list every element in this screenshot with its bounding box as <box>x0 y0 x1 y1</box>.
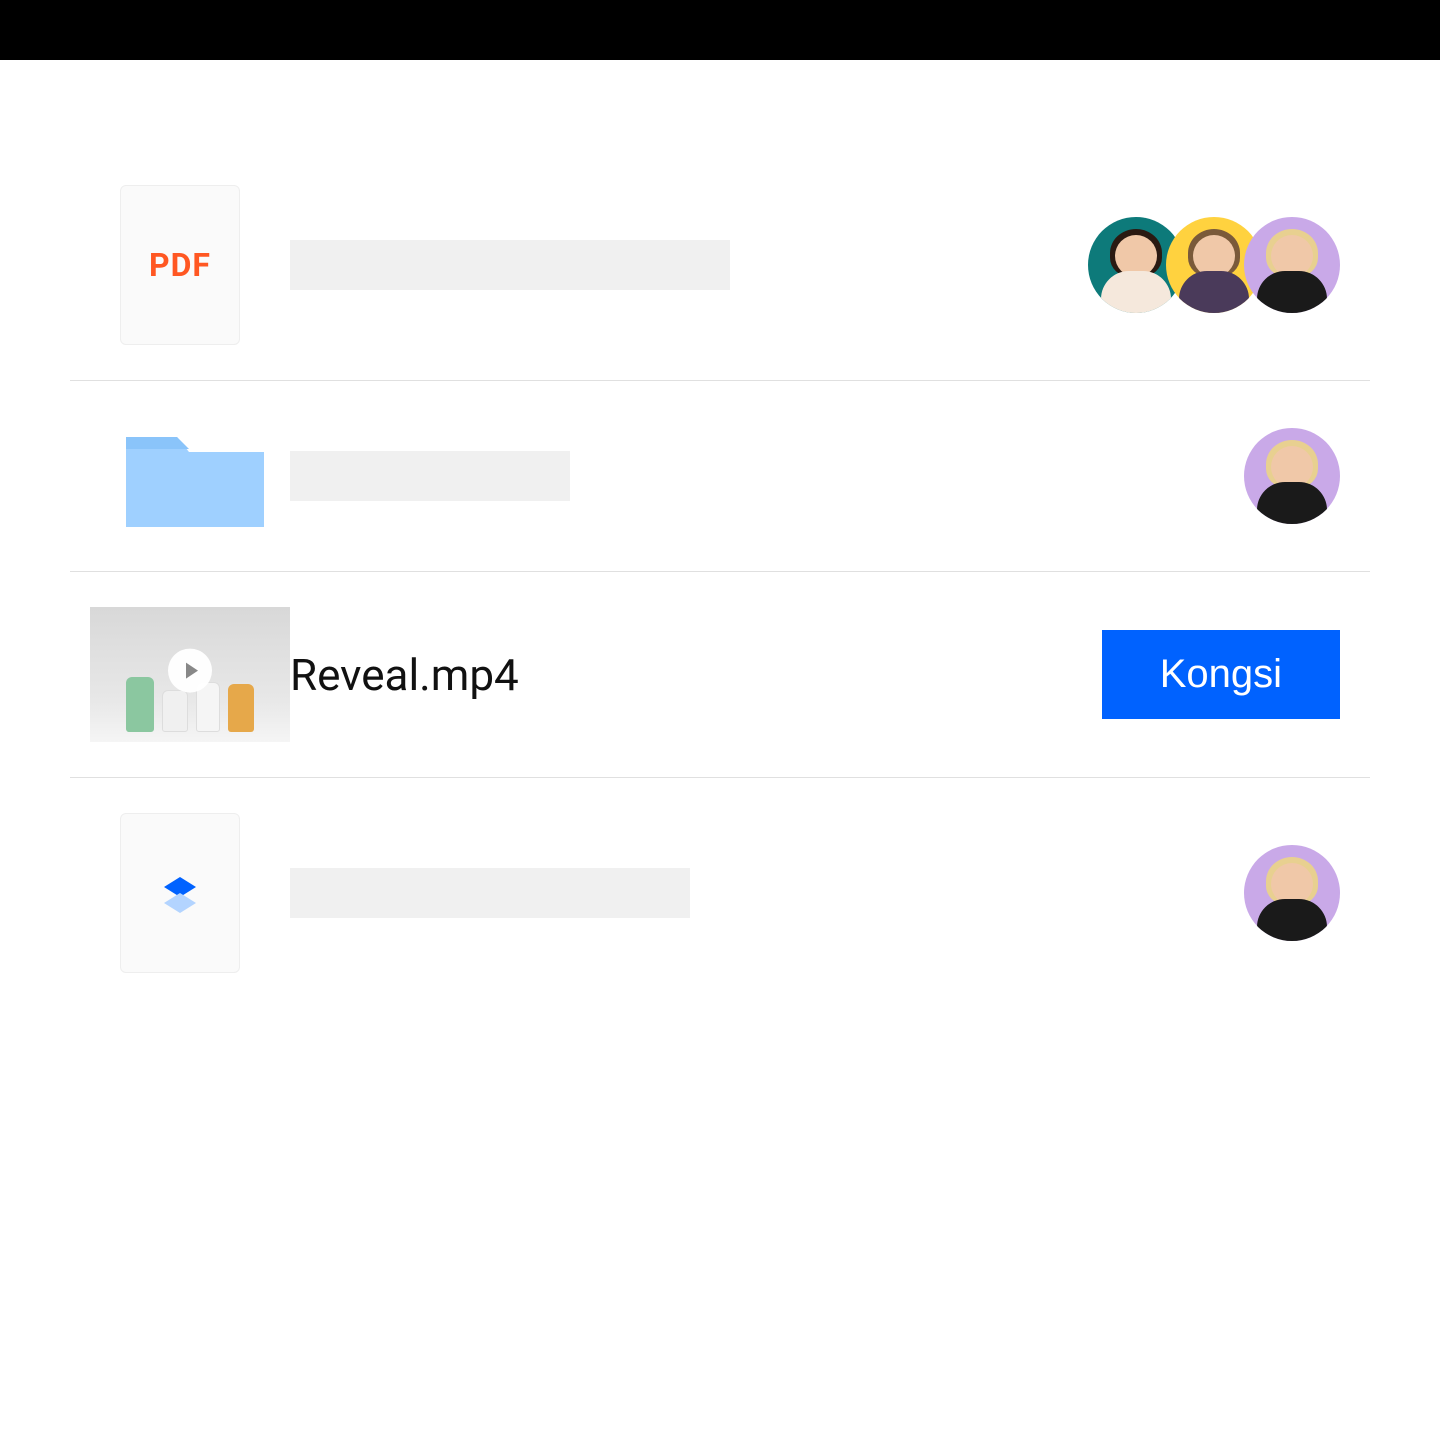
file-row-dropbox[interactable] <box>70 778 1370 1008</box>
top-bar <box>0 0 1440 60</box>
file-list: PDF <box>0 60 1440 1008</box>
folder-icon <box>120 416 270 536</box>
avatar[interactable] <box>1244 845 1340 941</box>
filename-placeholder <box>290 240 730 290</box>
avatar-group <box>1244 428 1340 524</box>
dropbox-file-icon <box>120 813 240 973</box>
avatar-group <box>1244 845 1340 941</box>
pdf-label: PDF <box>149 246 211 284</box>
avatar[interactable] <box>1244 428 1340 524</box>
share-button[interactable]: Kongsi <box>1102 630 1340 719</box>
file-row-video[interactable]: Reveal.mp4 Kongsi <box>70 572 1370 778</box>
file-row-pdf[interactable]: PDF <box>70 150 1370 381</box>
filename: Reveal.mp4 <box>290 649 519 701</box>
play-icon <box>168 648 212 692</box>
video-thumbnail <box>90 607 290 742</box>
file-row-folder[interactable] <box>70 381 1370 572</box>
avatar[interactable] <box>1244 217 1340 313</box>
filename-placeholder <box>290 451 570 501</box>
avatar-group <box>1088 217 1340 313</box>
filename-placeholder <box>290 868 690 918</box>
pdf-icon: PDF <box>120 185 240 345</box>
